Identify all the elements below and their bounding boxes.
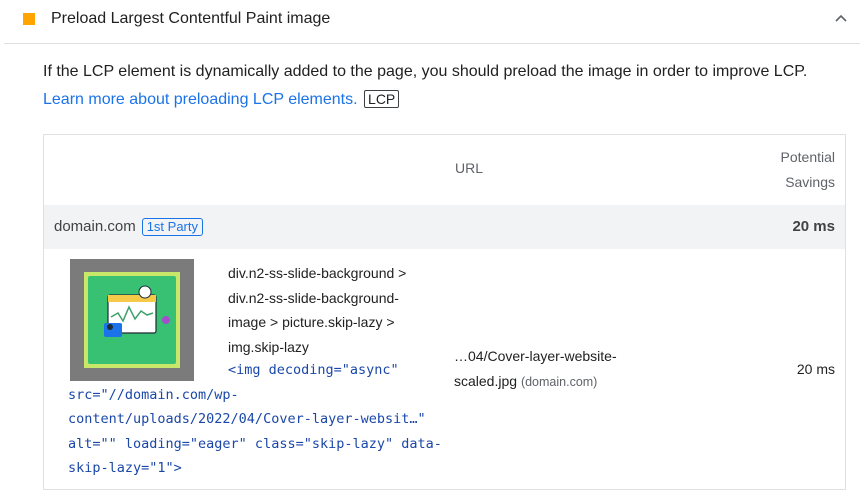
details-table: URL Potential Savings domain.com 1st Part… bbox=[43, 134, 846, 490]
lcp-badge: LCP bbox=[364, 90, 400, 108]
audit-title: Preload Largest Contentful Paint image bbox=[51, 10, 331, 27]
resource-url[interactable]: …04/Cover-layer-website-scaled.jpg (doma… bbox=[454, 344, 654, 395]
chevron-up-icon[interactable] bbox=[834, 12, 848, 26]
audit-description: If the LCP element is dynamically added … bbox=[43, 58, 843, 114]
element-snippet: <img decoding="async" src="//domain.com/… bbox=[68, 362, 442, 476]
average-square-icon bbox=[23, 13, 35, 25]
learn-more-link[interactable]: Learn more about preloading LCP elements… bbox=[43, 91, 358, 108]
column-header-url: URL bbox=[455, 160, 484, 176]
first-party-badge: 1st Party bbox=[141, 218, 203, 236]
url-domain: (domain.com) bbox=[520, 375, 598, 389]
domain-label: domain.com 1st Party bbox=[54, 218, 203, 236]
description-text: If the LCP element is dynamically added … bbox=[43, 63, 808, 80]
audit-header[interactable]: Preload Largest Contentful Paint image bbox=[4, 0, 860, 44]
column-header-savings: Potential Savings bbox=[780, 149, 835, 190]
element-selector: div.n2-ss-slide-background > div.n2-ss-s… bbox=[228, 265, 407, 355]
row-savings: 20 ms bbox=[796, 361, 835, 377]
group-savings: 20 ms bbox=[792, 218, 835, 235]
group-row: domain.com 1st Party 20 ms bbox=[44, 205, 845, 249]
